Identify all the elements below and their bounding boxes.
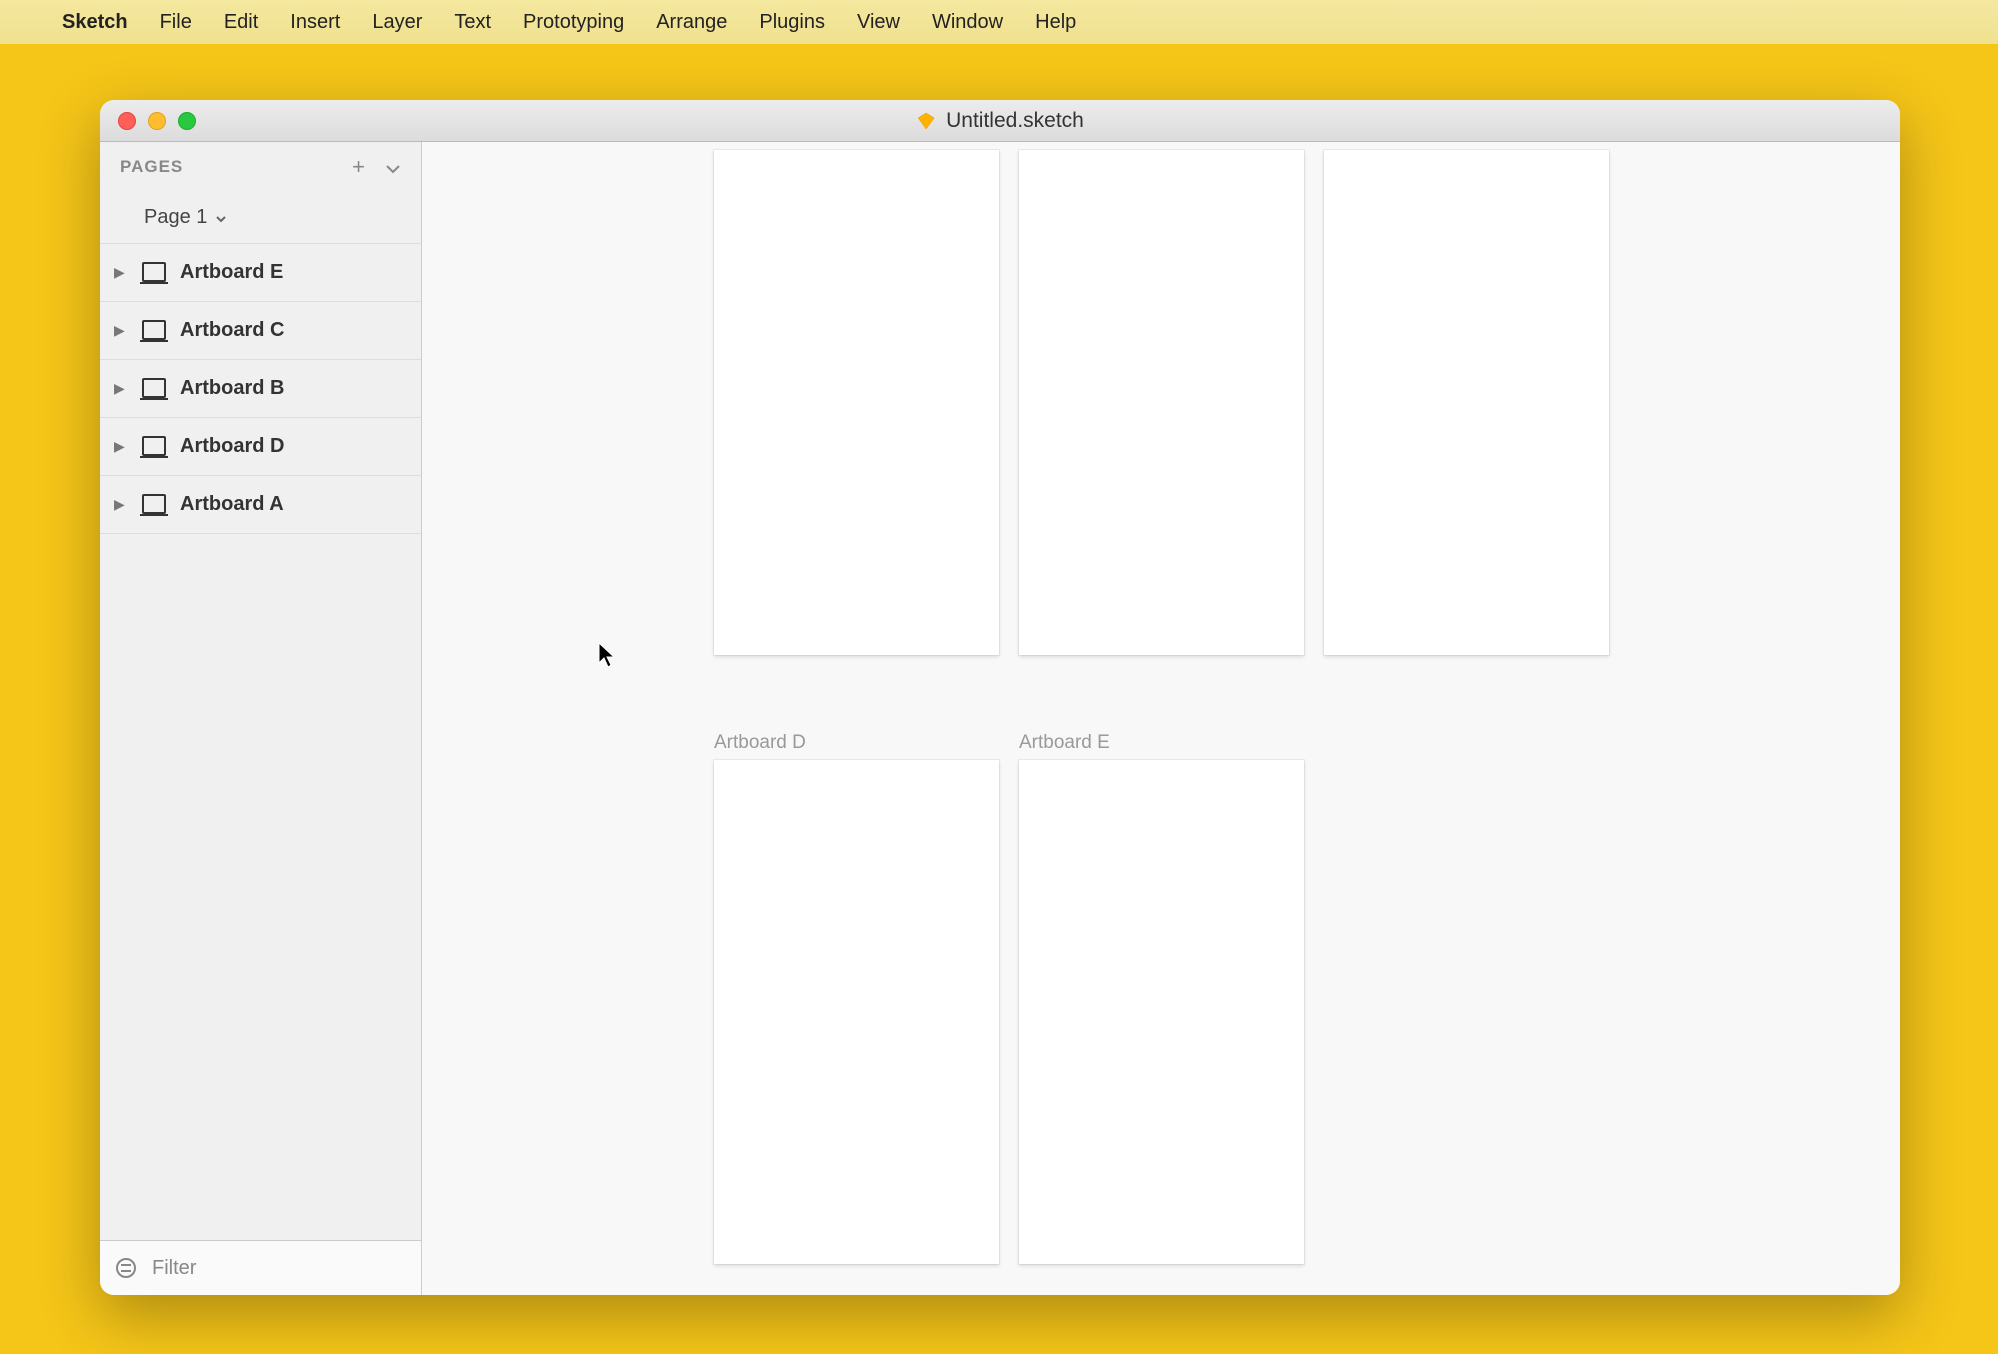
artboard-e-group[interactable]: Artboard E [1019,732,1304,1264]
menu-file[interactable]: File [160,11,192,34]
artboard-a-group[interactable]: Artboard A [714,142,999,655]
sketch-document-icon [916,111,936,131]
sketch-window: Untitled.sketch PAGES + Page 1 [100,100,1900,1295]
menu-edit[interactable]: Edit [224,11,258,34]
layer-item-artboard-c[interactable]: ▶ Artboard C [100,302,421,360]
disclosure-icon[interactable]: ▶ [114,380,128,397]
pages-actions: + [352,154,401,180]
window-controls [100,112,196,130]
menu-text[interactable]: Text [454,11,491,34]
menu-window[interactable]: Window [932,11,1003,34]
filter-icon [116,1258,136,1278]
layer-item-artboard-d[interactable]: ▶ Artboard D [100,418,421,476]
artboard-icon [140,494,168,516]
artboard-icon [140,320,168,342]
artboard-b-group[interactable]: Artboard B [1019,142,1304,655]
disclosure-icon[interactable]: ▶ [114,438,128,455]
artboard-e-canvas[interactable] [1019,760,1304,1264]
disclosure-icon[interactable]: ▶ [114,264,128,281]
menu-app-name[interactable]: Sketch [62,11,128,34]
layer-name: Artboard D [180,435,284,458]
current-page-name: Page 1 [144,206,207,229]
menu-view[interactable]: View [857,11,900,34]
filter-bar[interactable]: Filter [100,1240,421,1295]
artboard-label[interactable]: Artboard A [714,142,999,144]
page-dropdown-icon [215,210,227,226]
artboard-label[interactable]: Artboard E [1019,732,1304,754]
artboard-icon [140,262,168,284]
filter-placeholder: Filter [152,1257,196,1280]
menu-insert[interactable]: Insert [290,11,340,34]
canvas[interactable]: Artboard A Artboard B Artboard C Artboar… [422,142,1900,1295]
layer-name: Artboard B [180,377,284,400]
artboard-label[interactable]: Artboard B [1019,142,1304,144]
close-button[interactable] [118,112,136,130]
add-page-icon[interactable]: + [352,154,365,180]
window-title-bar[interactable]: Untitled.sketch [100,100,1900,142]
minimize-button[interactable] [148,112,166,130]
layer-name: Artboard C [180,319,284,342]
artboard-label[interactable]: Artboard D [714,732,999,754]
page-selector[interactable]: Page 1 [100,192,421,244]
layer-name: Artboard A [180,493,284,516]
disclosure-icon[interactable]: ▶ [114,496,128,513]
layer-item-artboard-a[interactable]: ▶ Artboard A [100,476,421,534]
layer-name: Artboard E [180,261,283,284]
menu-plugins[interactable]: Plugins [759,11,825,34]
menu-prototyping[interactable]: Prototyping [523,11,624,34]
artboard-d-group[interactable]: Artboard D [714,732,999,1264]
menu-help[interactable]: Help [1035,11,1076,34]
artboard-icon [140,436,168,458]
menu-layer[interactable]: Layer [372,11,422,34]
menu-arrange[interactable]: Arrange [656,11,727,34]
window-content: PAGES + Page 1 ▶ A [100,142,1900,1295]
artboard-b-canvas[interactable] [1019,150,1304,655]
pages-header: PAGES + [100,142,421,192]
layers-sidebar: PAGES + Page 1 ▶ A [100,142,422,1295]
maximize-button[interactable] [178,112,196,130]
layer-list: ▶ Artboard E ▶ Artboard C ▶ Artboard B ▶ [100,244,421,1240]
layer-item-artboard-e[interactable]: ▶ Artboard E [100,244,421,302]
disclosure-icon[interactable]: ▶ [114,322,128,339]
artboard-c-group[interactable]: Artboard C [1324,142,1609,655]
window-title: Untitled.sketch [916,109,1084,133]
pages-label: PAGES [120,157,183,177]
artboard-d-canvas[interactable] [714,760,999,1264]
window-title-text: Untitled.sketch [946,109,1084,133]
layer-item-artboard-b[interactable]: ▶ Artboard B [100,360,421,418]
artboard-a-canvas[interactable] [714,150,999,655]
artboard-c-canvas[interactable] [1324,150,1609,655]
collapse-pages-icon[interactable] [385,154,401,180]
artboard-label[interactable]: Artboard C [1324,142,1609,144]
artboard-icon [140,378,168,400]
macos-menu-bar: Sketch File Edit Insert Layer Text Proto… [0,0,1998,44]
